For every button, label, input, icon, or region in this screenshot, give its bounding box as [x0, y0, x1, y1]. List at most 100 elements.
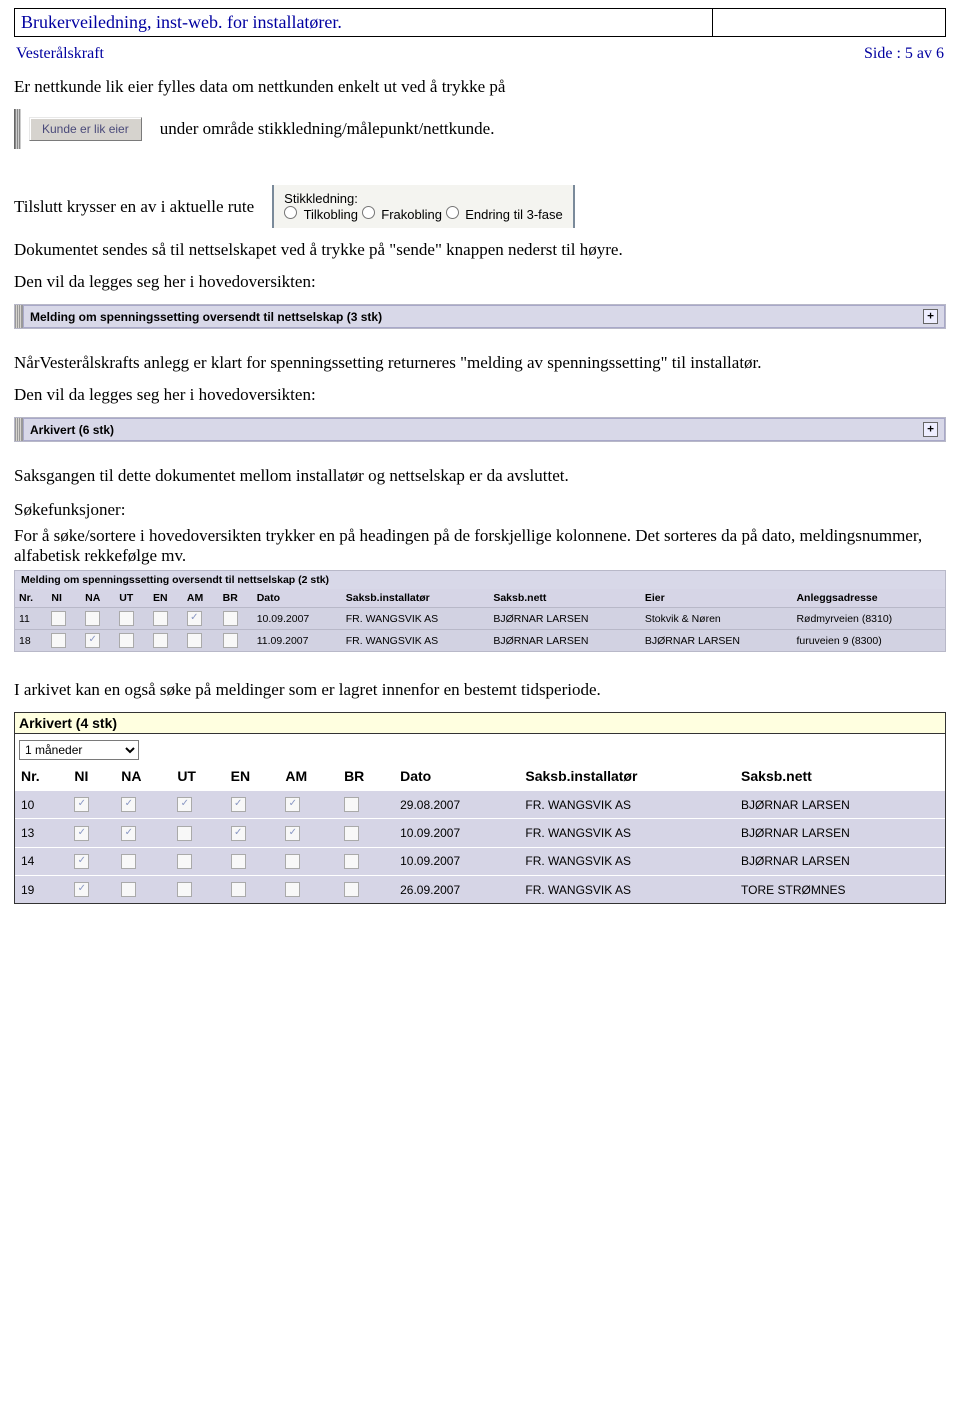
column-header[interactable]: UT	[115, 589, 149, 608]
para-3: Dokumentet sendes så til nettselskapet v…	[14, 240, 946, 260]
radio-endring-3fase[interactable]: Endring til 3-fase	[446, 207, 563, 222]
column-header[interactable]: Dato	[394, 762, 519, 791]
archive-title: Arkivert (4 stk)	[15, 713, 945, 734]
checkbox-icon	[177, 854, 192, 869]
kunde-eier-button-graphic: Kunde er lik eier	[14, 109, 142, 149]
para-5: NårVesterålskrafts anlegg er klart for s…	[14, 353, 946, 373]
checkbox-icon: ✓	[121, 797, 136, 812]
search-result-panel: Melding om spenningssetting oversendt ti…	[14, 570, 946, 652]
column-header[interactable]: Saksb.installatør	[342, 589, 490, 608]
checkbox-icon	[231, 882, 246, 897]
table-row[interactable]: 19✓26.09.2007FR. WANGSVIK ASTORE STRØMNE…	[15, 875, 945, 903]
checkbox-icon	[51, 633, 66, 648]
checkbox-icon: ✓	[285, 826, 300, 841]
search-heading: Søkefunksjoner:	[14, 500, 946, 520]
column-header[interactable]: Saksb.installatør	[519, 762, 735, 791]
document-header: Brukerveiledning, inst-web. for installa…	[14, 8, 946, 37]
search-result-table: Nr.NINAUTENAMBRDatoSaksb.installatørSaks…	[15, 589, 945, 651]
checkbox-icon	[177, 882, 192, 897]
column-header[interactable]: Eier	[641, 589, 793, 608]
checkbox-icon	[344, 854, 359, 869]
para-1b: under område stikkledning/målepunkt/nett…	[160, 119, 495, 139]
checkbox-icon: ✓	[231, 826, 246, 841]
checkbox-icon	[119, 633, 134, 648]
expand-icon[interactable]: +	[923, 422, 938, 437]
archive-table: Nr.NINAUTENAMBRDatoSaksb.installatørSaks…	[15, 762, 945, 903]
kunde-er-lik-eier-button[interactable]: Kunde er lik eier	[29, 117, 142, 141]
overview-bar-2[interactable]: Arkivert (6 stk) +	[14, 417, 946, 442]
column-header[interactable]: NA	[81, 589, 115, 608]
column-header[interactable]: AM	[183, 589, 219, 608]
checkbox-icon: ✓	[231, 797, 246, 812]
checkbox-icon: ✓	[285, 797, 300, 812]
checkbox-icon	[153, 633, 168, 648]
column-header[interactable]: Nr.	[15, 589, 47, 608]
column-header[interactable]: EN	[225, 762, 280, 791]
column-header[interactable]: Dato	[253, 589, 342, 608]
org-name: Vesterålskraft	[16, 45, 104, 63]
checkbox-icon: ✓	[74, 826, 89, 841]
column-header[interactable]: NI	[47, 589, 81, 608]
column-header[interactable]: NA	[115, 762, 171, 791]
grip-icon	[15, 305, 23, 328]
checkbox-icon	[121, 882, 136, 897]
grip-icon	[14, 109, 21, 149]
stikkledning-radio-group: Stikkledning: Tilkobling Frakobling Endr…	[272, 185, 575, 228]
para-9: I arkivet kan en også søke på meldinger …	[14, 680, 946, 700]
radio-frakobling[interactable]: Frakobling	[362, 207, 442, 222]
checkbox-icon: ✓	[177, 797, 192, 812]
table-row[interactable]: 13✓✓✓✓10.09.2007FR. WANGSVIK ASBJØRNAR L…	[15, 819, 945, 847]
checkbox-icon: ✓	[121, 826, 136, 841]
bar-2-label: Arkivert (6 stk)	[30, 423, 114, 437]
column-header[interactable]: Anleggsadresse	[792, 589, 945, 608]
para-4: Den vil da legges seg her i hovedoversik…	[14, 272, 946, 292]
column-header[interactable]: Saksb.nett	[735, 762, 945, 791]
page-number: Side : 5 av 6	[864, 45, 944, 63]
grip-icon	[15, 418, 23, 441]
overview-bar-1[interactable]: Melding om spenningssetting oversendt ti…	[14, 304, 946, 329]
column-header[interactable]: AM	[279, 762, 338, 791]
para-6: Den vil da legges seg her i hovedoversik…	[14, 385, 946, 405]
checkbox-icon	[344, 882, 359, 897]
checkbox-icon	[223, 633, 238, 648]
panel-title: Melding om spenningssetting oversendt ti…	[15, 571, 945, 589]
checkbox-icon	[285, 882, 300, 897]
checkbox-icon: ✓	[74, 854, 89, 869]
para-2: Tilslutt krysser en av i aktuelle rute	[14, 197, 254, 217]
para-1: Er nettkunde lik eier fylles data om net…	[14, 77, 946, 97]
table-row[interactable]: 11✓10.09.2007FR. WANGSVIK ASBJØRNAR LARS…	[15, 608, 945, 630]
checkbox-icon	[177, 826, 192, 841]
checkbox-icon	[85, 611, 100, 626]
doc-title: Brukerveiledning, inst-web. for installa…	[15, 9, 713, 37]
checkbox-icon: ✓	[187, 611, 202, 626]
expand-icon[interactable]: +	[923, 309, 938, 324]
archive-panel: Arkivert (4 stk) 1 måneder Nr.NINAUTENAM…	[14, 712, 946, 904]
radio-tilkobling[interactable]: Tilkobling	[284, 207, 358, 222]
checkbox-icon	[121, 854, 136, 869]
para-8: For å søke/sortere i hovedoversikten try…	[14, 526, 946, 566]
checkbox-icon	[51, 611, 66, 626]
checkbox-icon	[285, 854, 300, 869]
doc-header-empty	[713, 9, 946, 37]
column-header[interactable]: BR	[219, 589, 253, 608]
checkbox-icon: ✓	[74, 797, 89, 812]
column-header[interactable]: Saksb.nett	[489, 589, 641, 608]
column-header[interactable]: EN	[149, 589, 183, 608]
column-header[interactable]: Nr.	[15, 762, 68, 791]
table-row[interactable]: 14✓10.09.2007FR. WANGSVIK ASBJØRNAR LARS…	[15, 847, 945, 875]
column-header[interactable]: UT	[171, 762, 224, 791]
archive-period-select[interactable]: 1 måneder	[19, 740, 139, 760]
column-header[interactable]: NI	[68, 762, 115, 791]
bar-1-label: Melding om spenningssetting oversendt ti…	[30, 310, 382, 324]
checkbox-icon	[223, 611, 238, 626]
stikkledning-caption: Stikkledning:	[284, 191, 563, 206]
column-header[interactable]: BR	[338, 762, 394, 791]
checkbox-icon: ✓	[74, 882, 89, 897]
checkbox-icon: ✓	[85, 633, 100, 648]
checkbox-icon	[119, 611, 134, 626]
checkbox-icon	[344, 797, 359, 812]
para-7: Saksgangen til dette dokumentet mellom i…	[14, 466, 946, 486]
table-row[interactable]: 18✓11.09.2007FR. WANGSVIK ASBJØRNAR LARS…	[15, 630, 945, 652]
checkbox-icon	[153, 611, 168, 626]
table-row[interactable]: 10✓✓✓✓✓29.08.2007FR. WANGSVIK ASBJØRNAR …	[15, 791, 945, 819]
